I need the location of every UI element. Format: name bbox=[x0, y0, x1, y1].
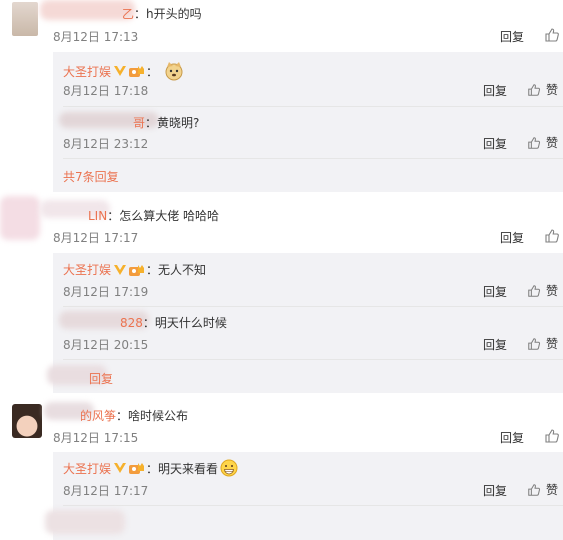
avatar[interactable] bbox=[12, 404, 42, 438]
reply-time: 8月12日 23:12 bbox=[63, 137, 149, 151]
username-tail[interactable]: 828 bbox=[120, 316, 143, 330]
reply-time: 8月12日 20:15 bbox=[63, 338, 149, 352]
like-button[interactable]: 赞 bbox=[527, 335, 558, 352]
verified-v-icon bbox=[114, 66, 127, 76]
comment-time: 8月12日 17:13 bbox=[53, 30, 139, 44]
blurred-username bbox=[40, 0, 135, 20]
divider bbox=[63, 359, 563, 360]
verified-v-icon bbox=[114, 463, 127, 473]
divider bbox=[63, 106, 563, 107]
avatar[interactable] bbox=[12, 2, 38, 36]
gold-fan-icon bbox=[129, 463, 145, 474]
thumb-up-icon bbox=[545, 28, 559, 42]
username[interactable]: 大圣打娱 bbox=[63, 261, 111, 278]
more-replies-link[interactable]: 回复 bbox=[89, 370, 113, 387]
thumb-up-icon bbox=[528, 337, 541, 350]
comment-text: LIN：怎么算大佬 哈哈哈 bbox=[88, 209, 220, 223]
like-button[interactable]: 赞 bbox=[527, 134, 558, 151]
reply-time: 8月12日 17:17 bbox=[63, 484, 149, 498]
comment-time: 8月12日 17:17 bbox=[53, 231, 139, 245]
like-button[interactable]: 赞 bbox=[527, 481, 558, 498]
divider bbox=[63, 306, 563, 307]
reply-button[interactable]: 回复 bbox=[500, 429, 524, 446]
doge-emoji-icon bbox=[165, 62, 183, 81]
reply-text: 大圣打娱 ：无人不知 bbox=[63, 261, 207, 278]
username-tail[interactable]: 哥 bbox=[133, 116, 145, 130]
reply-time: 8月12日 17:18 bbox=[63, 84, 149, 98]
username[interactable]: 大圣打娱 bbox=[63, 460, 111, 477]
reply-button[interactable]: 回复 bbox=[483, 135, 507, 152]
reply-text: 哥：黄晓明? bbox=[133, 116, 200, 130]
thumb-up-icon bbox=[545, 429, 559, 443]
thumb-up-icon bbox=[528, 136, 541, 149]
grin-emoji-icon bbox=[220, 459, 238, 477]
reply-button[interactable]: 回复 bbox=[483, 283, 507, 300]
thumb-up-icon bbox=[545, 229, 559, 243]
reply-text: 828：明天什么时候 bbox=[120, 316, 227, 330]
blurred-reply bbox=[45, 510, 125, 534]
reply-text: 大圣打娱 ： bbox=[63, 61, 184, 81]
username-tail[interactable]: 的风筝 bbox=[80, 409, 116, 423]
username-tail[interactable]: 乙 bbox=[122, 7, 134, 21]
reply-button[interactable]: 回复 bbox=[483, 82, 507, 99]
thumb-up-icon bbox=[528, 483, 541, 496]
divider bbox=[63, 158, 563, 159]
username[interactable]: 大圣打娱 bbox=[63, 63, 111, 80]
like-button[interactable] bbox=[544, 27, 560, 43]
comment-text: 乙：h开头的吗 bbox=[122, 7, 202, 21]
like-button[interactable] bbox=[544, 428, 560, 444]
thumb-up-icon bbox=[528, 83, 541, 96]
username-tail[interactable]: LIN bbox=[88, 209, 107, 223]
like-button[interactable]: 赞 bbox=[527, 81, 558, 98]
divider bbox=[63, 505, 563, 506]
comment-text: 的风筝：啥时候公布 bbox=[80, 409, 189, 423]
verified-v-icon bbox=[114, 264, 127, 275]
gold-fan-icon bbox=[129, 264, 145, 276]
reply-button[interactable]: 回复 bbox=[500, 229, 524, 246]
reply-button[interactable]: 回复 bbox=[483, 482, 507, 499]
like-button[interactable]: 赞 bbox=[527, 282, 558, 299]
reply-list: 大圣打娱 ：明天来看看 8月12日 17:17 回复 赞 bbox=[45, 452, 563, 540]
more-replies-link[interactable]: 共7条回复 bbox=[63, 168, 119, 185]
comment-time: 8月12日 17:15 bbox=[53, 431, 139, 445]
thumb-up-icon bbox=[528, 284, 541, 297]
gold-fan-icon bbox=[129, 66, 145, 77]
avatar[interactable] bbox=[0, 196, 40, 240]
reply-button[interactable]: 回复 bbox=[483, 336, 507, 353]
reply-list: 大圣打娱 ：无人不知 8月12日 17:19 回复 赞 828：明天什么时候 8… bbox=[47, 253, 563, 393]
reply-list: 大圣打娱 ： 8月12日 17:18 回复 赞 哥：黄晓明? 8月12日 23:… bbox=[53, 52, 563, 192]
reply-button[interactable]: 回复 bbox=[500, 28, 524, 45]
like-button[interactable] bbox=[544, 228, 560, 244]
reply-time: 8月12日 17:19 bbox=[63, 285, 149, 299]
reply-text: 大圣打娱 ：明天来看看 bbox=[63, 459, 238, 477]
